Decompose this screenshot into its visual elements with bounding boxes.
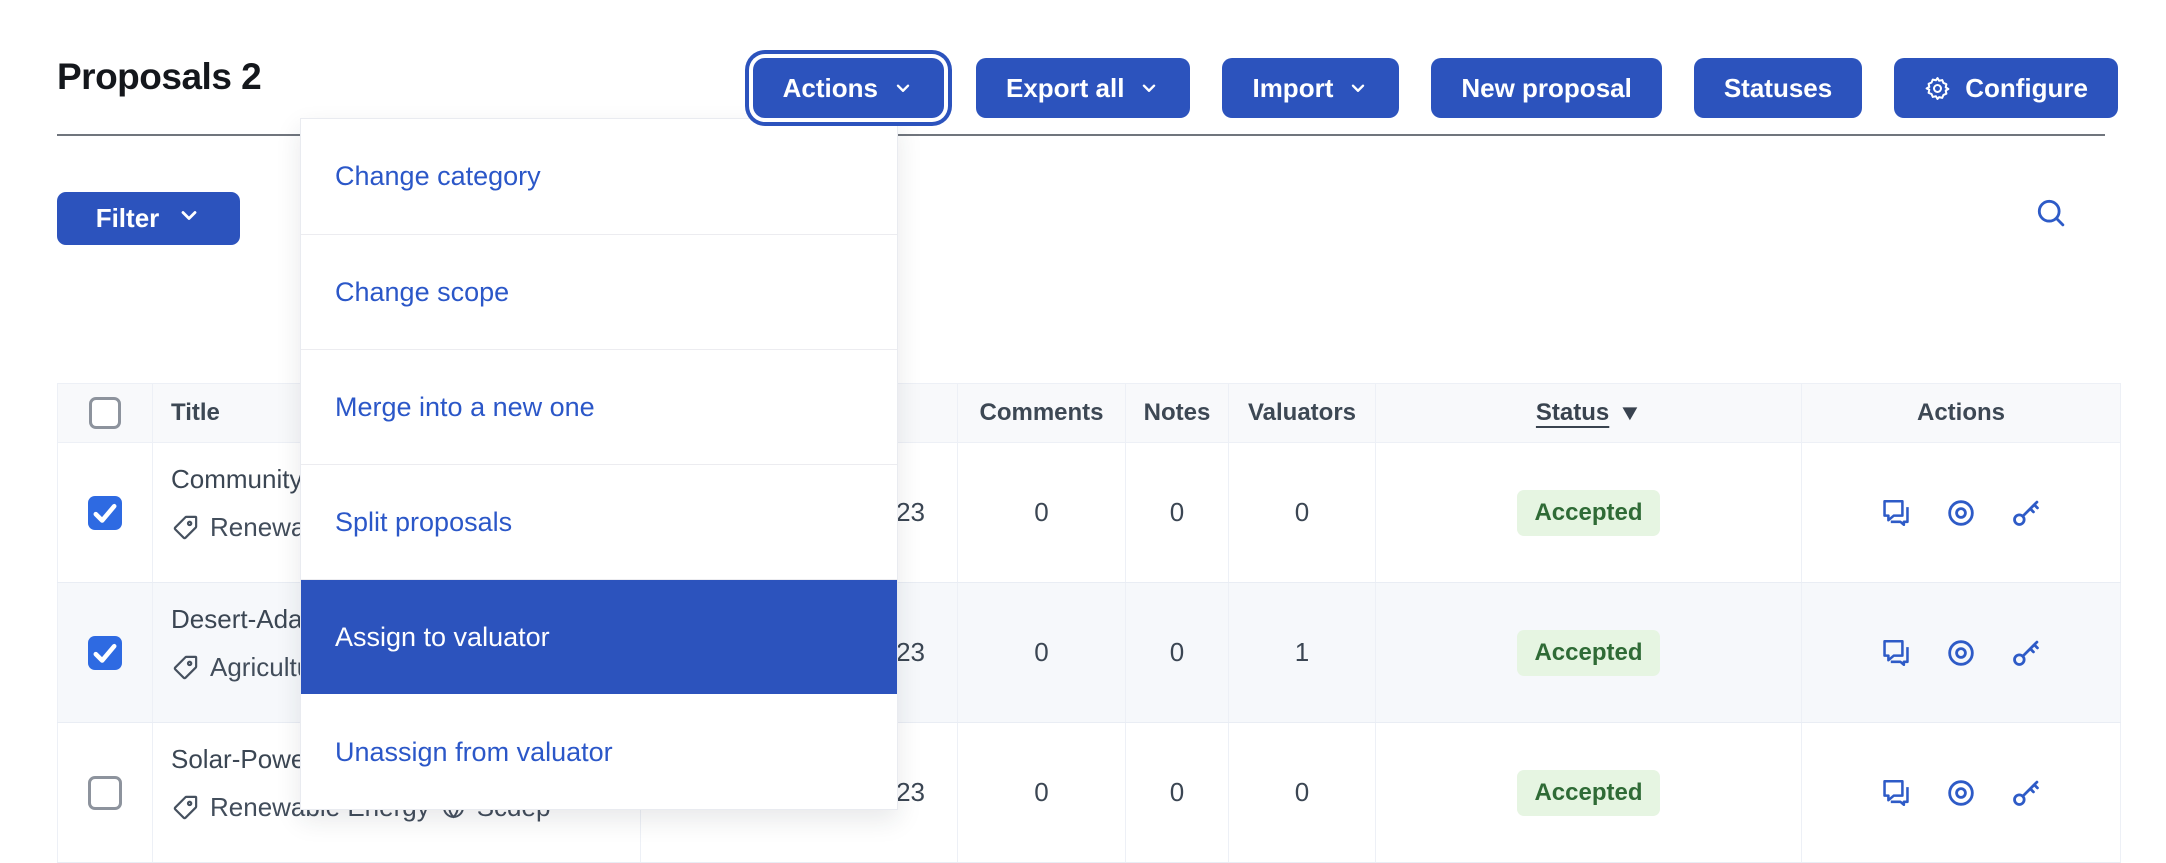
search-button[interactable] bbox=[2031, 194, 2071, 234]
target-eye-icon bbox=[1945, 777, 1977, 809]
new-proposal-label: New proposal bbox=[1461, 73, 1631, 104]
category-label: Renewa bbox=[210, 511, 305, 543]
speech-bubble-icon bbox=[1880, 777, 1912, 809]
preview-proposal-button[interactable] bbox=[1945, 777, 1977, 809]
import-label: Import bbox=[1252, 73, 1333, 104]
category-label: Agricultu bbox=[210, 651, 311, 683]
speech-bubble-icon bbox=[1880, 637, 1912, 669]
comments-cell: 0 bbox=[958, 443, 1126, 583]
status-badge: Accepted bbox=[1517, 770, 1659, 816]
configure-label: Configure bbox=[1965, 73, 2088, 104]
actions-menu-item[interactable]: Unassign from valuator bbox=[301, 694, 897, 809]
statuses-button[interactable]: Statuses bbox=[1694, 58, 1862, 118]
row-actions bbox=[1802, 497, 2120, 529]
new-proposal-button[interactable]: New proposal bbox=[1431, 58, 1661, 118]
filter-button[interactable]: Filter bbox=[57, 192, 240, 245]
page-title: Proposals 2 bbox=[57, 56, 261, 98]
answer-proposal-button[interactable] bbox=[1880, 637, 1912, 669]
actions-menu-item[interactable]: Split proposals bbox=[301, 464, 897, 579]
chevron-down-icon bbox=[1347, 77, 1369, 99]
notes-cell: 0 bbox=[1126, 443, 1229, 583]
row-checkbox[interactable] bbox=[88, 776, 122, 810]
column-header-valuators: Valuators bbox=[1229, 384, 1376, 443]
sort-desc-icon: ▼ bbox=[1618, 400, 1643, 426]
target-eye-icon bbox=[1945, 637, 1977, 669]
column-header-comments: Comments bbox=[958, 384, 1126, 443]
status-badge: Accepted bbox=[1517, 630, 1659, 676]
row-actions bbox=[1802, 637, 2120, 669]
key-icon bbox=[2010, 497, 2042, 529]
tag-icon bbox=[171, 653, 200, 682]
comments-cell: 0 bbox=[958, 583, 1126, 723]
select-all-checkbox[interactable] bbox=[89, 397, 121, 429]
search-icon bbox=[2033, 219, 2069, 234]
notes-cell: 0 bbox=[1126, 583, 1229, 723]
tag-icon bbox=[171, 513, 200, 542]
permissions-button[interactable] bbox=[2010, 777, 2042, 809]
column-header-notes: Notes bbox=[1126, 384, 1229, 443]
import-button[interactable]: Import bbox=[1222, 58, 1399, 118]
valuators-cell: 0 bbox=[1229, 723, 1376, 863]
statuses-label: Statuses bbox=[1724, 73, 1832, 104]
key-icon bbox=[2010, 777, 2042, 809]
status-sort-link[interactable]: Status▼ bbox=[1536, 399, 1641, 426]
status-badge: Accepted bbox=[1517, 490, 1659, 536]
actions-button-label: Actions bbox=[783, 73, 878, 104]
notes-cell: 0 bbox=[1126, 723, 1229, 863]
valuators-cell: 1 bbox=[1229, 583, 1376, 723]
row-actions bbox=[1802, 777, 2120, 809]
chevron-down-icon bbox=[1138, 77, 1160, 99]
target-eye-icon bbox=[1945, 497, 1977, 529]
export-all-label: Export all bbox=[1006, 73, 1124, 104]
actions-menu-item[interactable]: Change scope bbox=[301, 234, 897, 349]
column-header-actions: Actions bbox=[1802, 384, 2121, 443]
row-checkbox[interactable] bbox=[88, 496, 122, 530]
actions-menu-item[interactable]: Change category bbox=[301, 119, 897, 234]
toolbar: Actions Export all Import New proposal S… bbox=[753, 58, 2118, 118]
actions-menu-item[interactable]: Assign to valuator bbox=[301, 579, 897, 694]
row-checkbox[interactable] bbox=[88, 636, 122, 670]
key-icon bbox=[2010, 637, 2042, 669]
export-all-button[interactable]: Export all bbox=[976, 58, 1190, 118]
preview-proposal-button[interactable] bbox=[1945, 497, 1977, 529]
valuators-cell: 0 bbox=[1229, 443, 1376, 583]
configure-button[interactable]: Configure bbox=[1894, 58, 2118, 118]
answer-proposal-button[interactable] bbox=[1880, 777, 1912, 809]
chevron-down-icon bbox=[892, 77, 914, 99]
comments-cell: 0 bbox=[958, 723, 1126, 863]
gear-icon bbox=[1924, 75, 1951, 102]
preview-proposal-button[interactable] bbox=[1945, 637, 1977, 669]
speech-bubble-icon bbox=[1880, 497, 1912, 529]
permissions-button[interactable] bbox=[2010, 637, 2042, 669]
column-header-status: Status▼ bbox=[1376, 384, 1802, 443]
permissions-button[interactable] bbox=[2010, 497, 2042, 529]
actions-button[interactable]: Actions bbox=[753, 58, 944, 118]
actions-menu: Change categoryChange scopeMerge into a … bbox=[300, 118, 898, 810]
tag-icon bbox=[171, 793, 200, 822]
chevron-down-icon bbox=[177, 203, 201, 234]
actions-menu-item[interactable]: Merge into a new one bbox=[301, 349, 897, 464]
filter-label: Filter bbox=[96, 203, 160, 234]
answer-proposal-button[interactable] bbox=[1880, 497, 1912, 529]
